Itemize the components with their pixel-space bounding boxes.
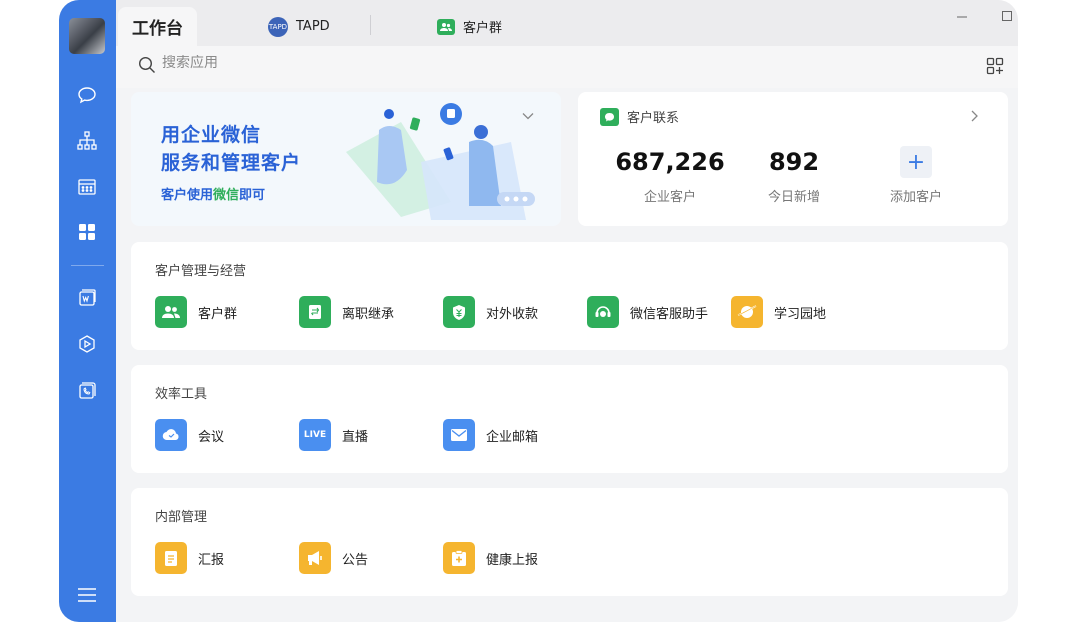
app-label: 公告 [342, 552, 369, 568]
section-efficiency-tools: 效率工具 会议 LIVE 直播 企业邮箱 [131, 365, 1008, 473]
report-icon [155, 542, 187, 574]
banner-line-1: 用企业微信 [161, 124, 262, 146]
minimize-button[interactable] [947, 6, 977, 26]
card-title: 客户联系 [627, 111, 680, 126]
stat-label: 企业客户 [643, 190, 696, 205]
tapd-logo-icon: TAPD [268, 16, 288, 37]
tab-label: 工作台 [132, 19, 183, 39]
promo-banner[interactable]: 用企业微信 服务和管理客户 客户使用微信即可 [131, 92, 561, 226]
banner-line-3: 客户使用微信即可 [161, 184, 265, 203]
banner-highlight: 微信 [213, 188, 240, 203]
workbench-icon[interactable] [74, 219, 100, 245]
app-resign-inherit[interactable]: 离职继承 [299, 296, 394, 328]
app-mail[interactable]: 企业邮箱 [443, 419, 538, 451]
app-label: 客户群 [198, 306, 238, 322]
tab-divider [370, 15, 371, 35]
app-meeting[interactable]: 会议 [155, 419, 224, 451]
app-health-report[interactable]: 健康上报 [443, 542, 538, 574]
stat-enterprise-customers[interactable]: 687,226 企业客户 [600, 148, 740, 205]
app-customer-group[interactable]: 客户群 [155, 296, 237, 328]
maximize-button[interactable] [992, 6, 1018, 26]
app-label: 会议 [198, 429, 225, 445]
tab-bar: 工作台 TAPD TAPD 客户群 [116, 0, 1018, 46]
menu-icon[interactable] [77, 586, 97, 608]
search-input[interactable] [162, 55, 462, 71]
banner-line-2: 服务和管理客户 [161, 152, 302, 174]
contacts-icon[interactable] [74, 128, 100, 154]
live-icon: LIVE [299, 419, 331, 451]
meeting-icon [155, 419, 187, 451]
tab-workbench[interactable]: 工作台 [118, 7, 197, 46]
health-report-icon [443, 542, 475, 574]
rail-divider [71, 265, 104, 266]
tab-customer-group[interactable]: 客户群 [437, 7, 502, 46]
card-header: 客户联系 [600, 107, 679, 126]
resign-inherit-icon [299, 296, 331, 328]
learning-icon [731, 296, 763, 328]
section-title: 客户管理与经营 [155, 264, 247, 279]
phone-icon[interactable] [74, 378, 100, 404]
payment-icon [443, 296, 475, 328]
search-bar [116, 46, 1018, 88]
app-label: 直播 [342, 429, 369, 445]
tab-label: 客户群 [463, 21, 503, 36]
app-announcement[interactable]: 公告 [299, 542, 368, 574]
stat-label: 添加客户 [889, 190, 942, 205]
banner-text: 即可 [239, 188, 266, 203]
customer-contact-icon [600, 107, 619, 126]
app-label: 微信客服助手 [630, 306, 709, 322]
announcement-icon [299, 542, 331, 574]
app-label: 健康上报 [486, 552, 539, 568]
chevron-down-icon[interactable] [521, 108, 535, 127]
customer-contact-card[interactable]: 客户联系 687,226 企业客户 892 今日新增 + 添加客户 [578, 92, 1008, 226]
chevron-right-icon[interactable] [968, 108, 980, 127]
add-app-icon[interactable] [984, 55, 1006, 77]
stat-value: 892 [768, 148, 820, 176]
workbench-content: 用企业微信 服务和管理客户 客户使用微信即可 客户联系 687,226 企业客户… [116, 88, 1018, 622]
customer-group-icon [155, 296, 187, 328]
customer-group-icon [437, 18, 455, 35]
app-label: 企业邮箱 [486, 429, 539, 445]
nav-rail [59, 0, 116, 622]
stat-label: 今日新增 [767, 190, 820, 205]
app-payment[interactable]: 对外收款 [443, 296, 538, 328]
avatar[interactable] [69, 18, 105, 54]
search-icon [138, 56, 156, 78]
app-label: 汇报 [198, 552, 225, 568]
app-report[interactable]: 汇报 [155, 542, 224, 574]
tab-tapd[interactable]: TAPD TAPD [268, 7, 330, 46]
app-label: 离职继承 [342, 306, 395, 322]
section-title: 内部管理 [155, 510, 208, 525]
stat-value: 687,226 [615, 148, 725, 176]
section-customer-management: 客户管理与经营 客户群 离职继承 对外收款 微信客服助手 学习园地 [131, 242, 1008, 350]
banner-text: 客户使用 [161, 188, 214, 203]
app-label: 学习园地 [774, 306, 827, 322]
mail-icon [443, 419, 475, 451]
app-label: 对外收款 [486, 306, 539, 322]
add-customer-button[interactable]: + 添加客户 [846, 146, 986, 205]
app-window: 工作台 TAPD TAPD 客户群 搜索应用 用企业微信 服务和管理客户 客户使… [59, 0, 1018, 622]
section-title: 效率工具 [155, 387, 208, 402]
calendar-icon[interactable] [74, 174, 100, 200]
banner-illustration [346, 103, 535, 220]
app-live[interactable]: LIVE 直播 [299, 419, 368, 451]
drive-icon[interactable] [74, 331, 100, 357]
stat-new-today[interactable]: 892 今日新增 [724, 148, 864, 205]
wechat-service-icon [587, 296, 619, 328]
main-area: 工作台 TAPD TAPD 客户群 搜索应用 用企业微信 服务和管理客户 客户使… [116, 0, 1018, 622]
chat-icon[interactable] [74, 82, 100, 108]
plus-icon: + [900, 146, 932, 178]
section-internal-management: 内部管理 汇报 公告 健康上报 [131, 488, 1008, 596]
tab-label: TAPD [296, 19, 330, 34]
app-learning[interactable]: 学习园地 [731, 296, 826, 328]
app-wechat-service[interactable]: 微信客服助手 [587, 296, 708, 328]
doc-icon[interactable] [74, 285, 100, 311]
